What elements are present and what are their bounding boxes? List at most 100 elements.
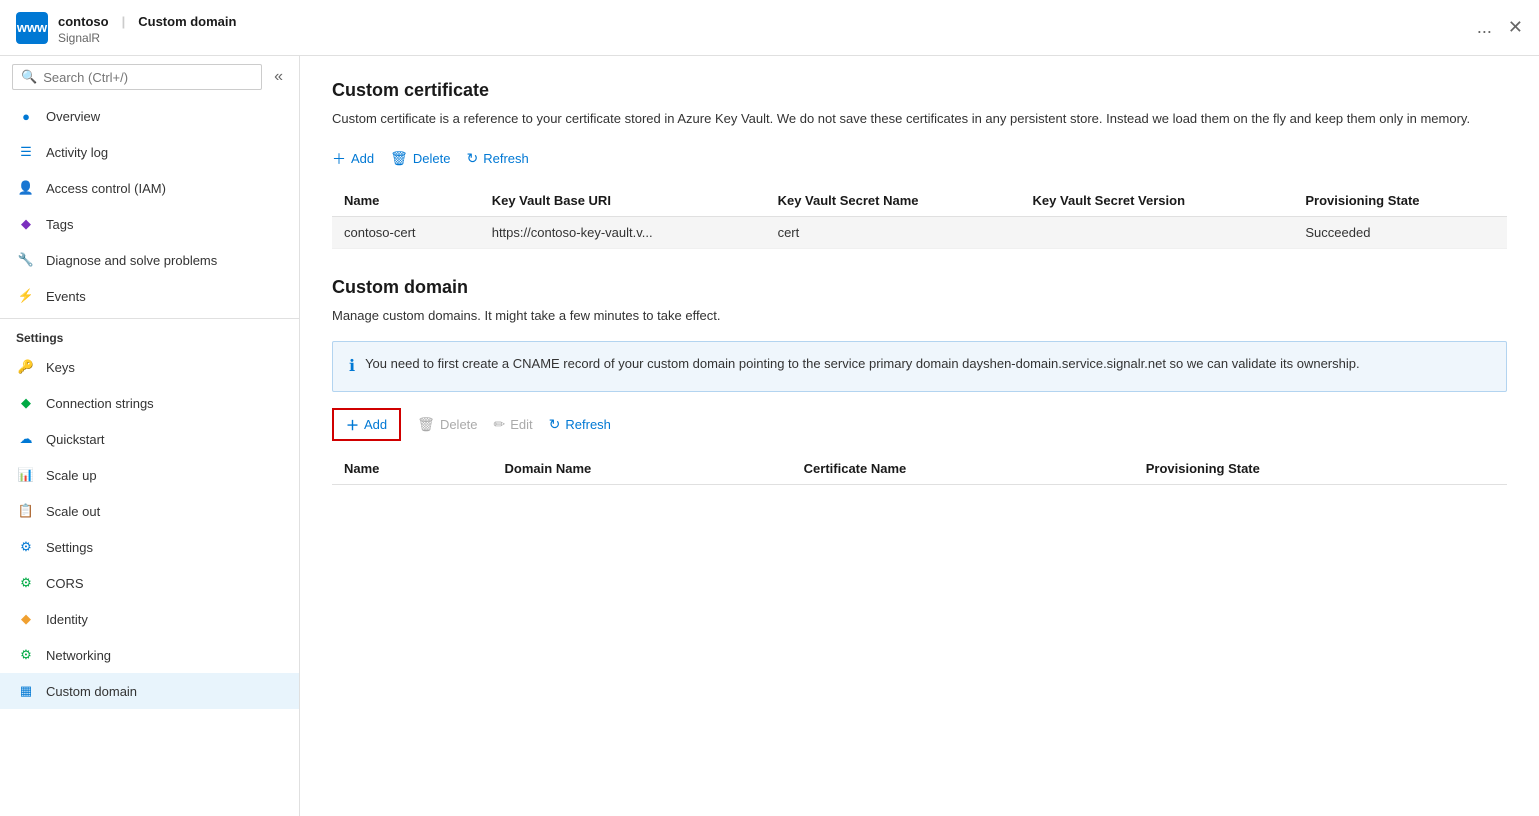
domain-col-cert-name: Certificate Name <box>792 453 1134 485</box>
cert-add-button[interactable]: ＋ Add <box>332 145 374 173</box>
sidebar-item-quickstart[interactable]: ☁ Quickstart <box>0 421 299 457</box>
sidebar-item-scale-up[interactable]: 📊 Scale up <box>0 457 299 493</box>
cert-col-name: Name <box>332 185 480 217</box>
domain-col-provisioning-state: Provisioning State <box>1134 453 1507 485</box>
certificate-toolbar: ＋ Add 🗑 Delete ↻ Refresh <box>332 145 1507 173</box>
domain-add-icon: ＋ <box>346 415 359 434</box>
sidebar-item-label: Scale out <box>46 504 100 519</box>
page-title: Custom domain <box>138 14 236 29</box>
domain-add-button[interactable]: ＋ Add <box>332 408 401 441</box>
sidebar-item-keys[interactable]: 🔑 Keys <box>0 349 299 385</box>
sidebar-item-label: Connection strings <box>46 396 154 411</box>
sidebar-item-activity-log[interactable]: ☰ Activity log <box>0 134 299 170</box>
info-icon: ℹ <box>349 355 355 379</box>
resource-icon: www <box>16 12 48 44</box>
sidebar-item-label: CORS <box>46 576 84 591</box>
keys-icon: 🔑 <box>16 357 36 377</box>
cors-icon: ⚙ <box>16 573 36 593</box>
sidebar-collapse-button[interactable]: « <box>270 68 287 86</box>
scale-up-icon: 📊 <box>16 465 36 485</box>
custom-domain-info-box: ℹ You need to first create a CNAME recor… <box>332 341 1507 392</box>
sidebar: 🔍 « ● Overview ☰ Activity log 👤 Access c… <box>0 56 300 816</box>
domain-toolbar: ＋ Add 🗑 Delete ✏ Edit ↻ Refresh <box>332 408 1507 441</box>
sidebar-item-label: Networking <box>46 648 111 663</box>
domain-delete-button[interactable]: 🗑 Delete <box>417 412 477 437</box>
main-content: Custom certificate Custom certificate is… <box>300 56 1539 816</box>
domain-delete-icon: 🗑 <box>417 416 435 433</box>
diagnose-icon: 🔧 <box>16 250 36 270</box>
sidebar-item-events[interactable]: ⚡ Events <box>0 278 299 314</box>
sidebar-item-label: Scale up <box>46 468 97 483</box>
tags-icon: ◆ <box>16 214 36 234</box>
domain-add-label: Add <box>364 417 387 432</box>
domain-refresh-label: Refresh <box>565 417 611 432</box>
custom-domain-title: Custom domain <box>332 277 1507 298</box>
cert-refresh-icon: ↻ <box>467 150 479 167</box>
cert-refresh-button[interactable]: ↻ Refresh <box>467 146 529 171</box>
quickstart-icon: ☁ <box>16 429 36 449</box>
custom-certificate-section: Custom certificate Custom certificate is… <box>332 80 1507 249</box>
title-bar: www contoso | Custom domain SignalR ... … <box>0 0 1539 56</box>
custom-certificate-desc: Custom certificate is a reference to you… <box>332 109 1507 129</box>
table-row: contoso-cert https://contoso-key-vault.v… <box>332 216 1507 248</box>
sidebar-item-label: Events <box>46 289 86 304</box>
sidebar-item-diagnose[interactable]: 🔧 Diagnose and solve problems <box>0 242 299 278</box>
cert-delete-button[interactable]: 🗑 Delete <box>390 146 450 171</box>
networking-icon: ⚙ <box>16 645 36 665</box>
sidebar-item-connection-strings[interactable]: ◆ Connection strings <box>0 385 299 421</box>
access-control-icon: 👤 <box>16 178 36 198</box>
settings-icon: ⚙ <box>16 537 36 557</box>
connection-strings-icon: ◆ <box>16 393 36 413</box>
sidebar-item-scale-out[interactable]: 📋 Scale out <box>0 493 299 529</box>
domain-table: Name Domain Name Certificate Name Provis… <box>332 453 1507 485</box>
cert-secret-name-cell: cert <box>766 216 1021 248</box>
sidebar-item-label: Overview <box>46 109 100 124</box>
sidebar-item-custom-domain[interactable]: ▦ Custom domain <box>0 673 299 709</box>
cert-col-secret-name: Key Vault Secret Name <box>766 185 1021 217</box>
sidebar-item-overview[interactable]: ● Overview <box>0 98 299 134</box>
cert-refresh-label: Refresh <box>483 151 529 166</box>
custom-domain-section: Custom domain Manage custom domains. It … <box>332 277 1507 486</box>
domain-edit-button[interactable]: ✏ Edit <box>494 412 533 437</box>
search-row: 🔍 « <box>0 56 299 98</box>
search-input[interactable] <box>43 70 253 85</box>
close-button[interactable]: ✕ <box>1508 17 1523 38</box>
events-icon: ⚡ <box>16 286 36 306</box>
cert-col-keyvault-uri: Key Vault Base URI <box>480 185 766 217</box>
cert-secret-version-cell <box>1021 216 1294 248</box>
sidebar-item-access-control[interactable]: 👤 Access control (IAM) <box>0 170 299 206</box>
more-options-button[interactable]: ... <box>1477 17 1492 38</box>
sidebar-item-label: Custom domain <box>46 684 137 699</box>
resource-subtitle: SignalR <box>58 31 1477 45</box>
sidebar-item-label: Access control (IAM) <box>46 181 166 196</box>
sidebar-item-settings[interactable]: ⚙ Settings <box>0 529 299 565</box>
search-icon: 🔍 <box>21 69 37 85</box>
search-box[interactable]: 🔍 <box>12 64 262 90</box>
cert-name-cell: contoso-cert <box>332 216 480 248</box>
sidebar-item-identity[interactable]: ◆ Identity <box>0 601 299 637</box>
domain-delete-label: Delete <box>440 417 478 432</box>
cert-provisioning-state-cell: Succeeded <box>1293 216 1507 248</box>
domain-refresh-icon: ↻ <box>549 416 561 433</box>
cert-delete-label: Delete <box>413 151 451 166</box>
sidebar-item-tags[interactable]: ◆ Tags <box>0 206 299 242</box>
certificate-table: Name Key Vault Base URI Key Vault Secret… <box>332 185 1507 249</box>
cert-add-icon: ＋ <box>332 149 346 169</box>
sidebar-item-label: Activity log <box>46 145 108 160</box>
sidebar-item-cors[interactable]: ⚙ CORS <box>0 565 299 601</box>
sidebar-item-label: Keys <box>46 360 75 375</box>
title-separator: | <box>122 14 126 29</box>
cert-add-label: Add <box>351 151 374 166</box>
cert-delete-icon: 🗑 <box>390 150 408 167</box>
sidebar-item-label: Diagnose and solve problems <box>46 253 217 268</box>
identity-icon: ◆ <box>16 609 36 629</box>
sidebar-item-label: Settings <box>46 540 93 555</box>
sidebar-item-label: Identity <box>46 612 88 627</box>
sidebar-item-networking[interactable]: ⚙ Networking <box>0 637 299 673</box>
domain-col-domain-name: Domain Name <box>493 453 792 485</box>
activity-log-icon: ☰ <box>16 142 36 162</box>
sidebar-nav: ● Overview ☰ Activity log 👤 Access contr… <box>0 98 299 816</box>
domain-refresh-button[interactable]: ↻ Refresh <box>549 412 611 437</box>
domain-edit-label: Edit <box>510 417 532 432</box>
settings-section-title: Settings <box>0 318 299 349</box>
